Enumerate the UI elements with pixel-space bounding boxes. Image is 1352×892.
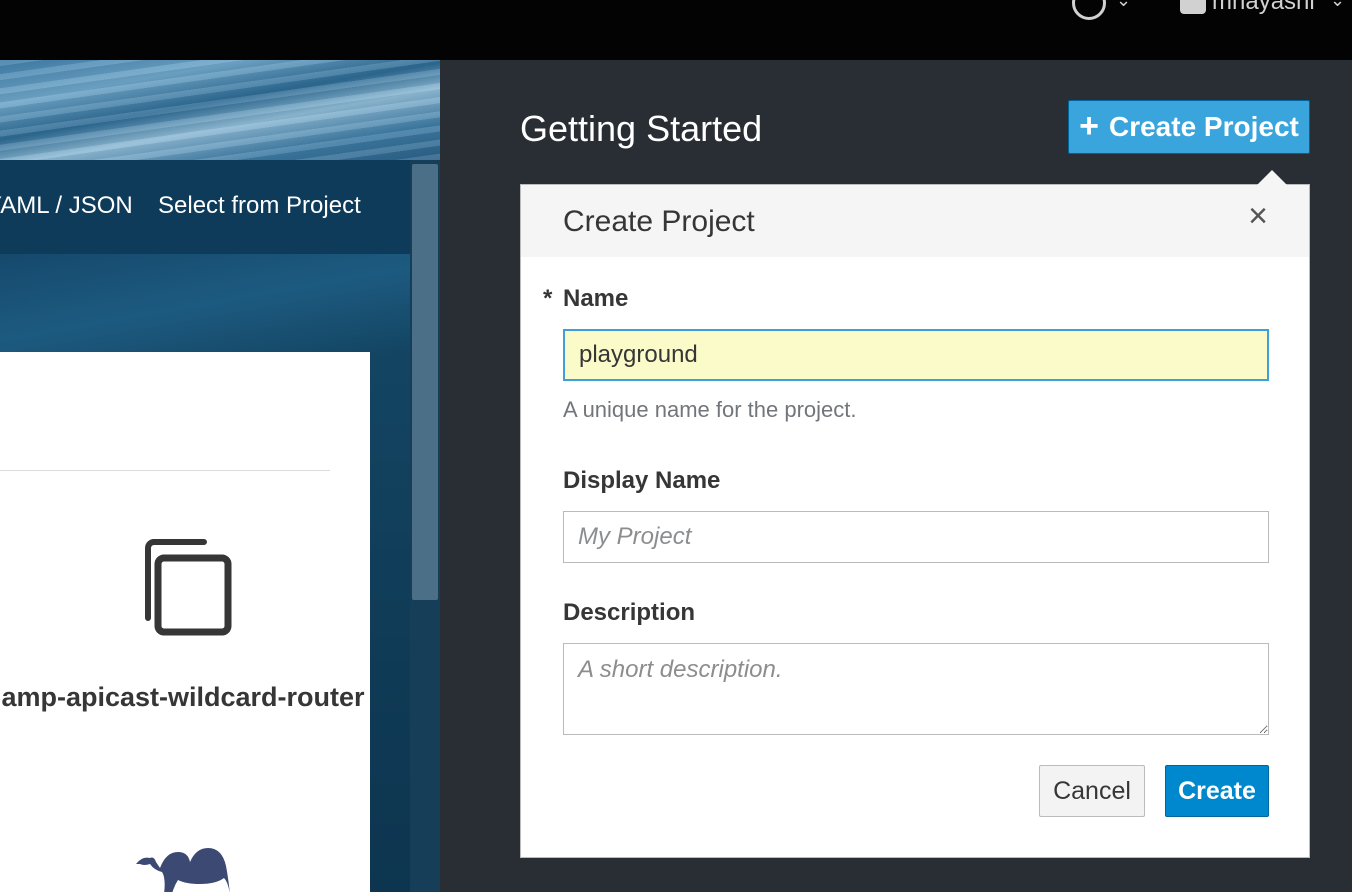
- create-button[interactable]: Create: [1165, 765, 1269, 817]
- plus-icon: +: [1079, 106, 1099, 145]
- camel-icon[interactable]: [132, 842, 238, 892]
- catalog-tabs: YAML / JSON Select from Project: [0, 160, 410, 254]
- user-menu-name[interactable]: mhayashi: [1212, 0, 1315, 16]
- scrollbar-thumb[interactable]: [412, 164, 438, 600]
- required-marker: *: [543, 285, 553, 312]
- name-input[interactable]: [563, 329, 1269, 381]
- name-help-text: A unique name for the project.: [563, 397, 857, 422]
- catalog-panel: YAML / JSON Select from Project amp-apic…: [0, 60, 440, 892]
- create-project-popover: Create Project × * Name A unique name fo…: [520, 170, 1310, 858]
- description-textarea[interactable]: [563, 643, 1269, 735]
- catalog-hero-banner: [0, 60, 440, 160]
- close-icon[interactable]: ×: [1241, 199, 1275, 233]
- top-navbar: ⌄ mhayashi ⌄: [0, 0, 1352, 60]
- user-chevron-down-icon[interactable]: ⌄: [1330, 0, 1345, 11]
- create-project-button-label: Create Project: [1108, 111, 1299, 142]
- display-name-label: Display Name: [563, 467, 721, 494]
- tab-select-from-project[interactable]: Select from Project: [158, 192, 361, 220]
- getting-started-panel: Getting Started + Create Project Create …: [440, 60, 1352, 892]
- catalog-band: [0, 254, 410, 354]
- help-chevron-down-icon[interactable]: ⌄: [1116, 0, 1131, 11]
- popover-header: Create Project ×: [521, 185, 1309, 257]
- create-project-button[interactable]: + Create Project: [1068, 100, 1310, 154]
- getting-started-title: Getting Started: [520, 108, 763, 149]
- description-label: Description: [563, 599, 696, 626]
- tab-yaml-json[interactable]: YAML / JSON: [0, 192, 133, 220]
- cancel-button[interactable]: Cancel: [1039, 765, 1145, 817]
- name-label: Name: [563, 285, 629, 312]
- popover-arrow: [1257, 170, 1287, 185]
- user-icon[interactable]: [1180, 0, 1206, 14]
- popover-title: Create Project: [563, 205, 755, 238]
- catalog-item-title[interactable]: amp-apicast-wildcard-router: [0, 678, 366, 716]
- copy-icon[interactable]: [134, 538, 232, 636]
- card-divider: [0, 470, 330, 471]
- catalog-card: amp-apicast-wildcard-router: [0, 352, 370, 892]
- help-icon[interactable]: [1072, 0, 1106, 20]
- display-name-input[interactable]: [563, 511, 1269, 563]
